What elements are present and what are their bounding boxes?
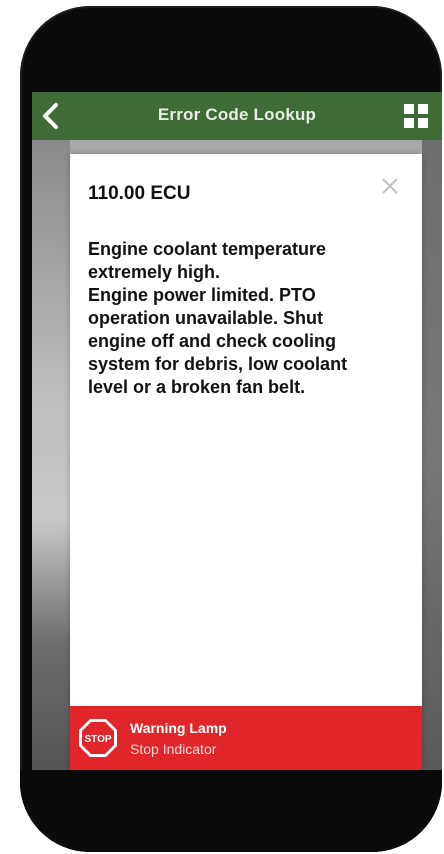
description-line: system for debris, low coolant xyxy=(88,354,348,374)
app-screen: Error Code Lookup 110.00 ECU Engine cool… xyxy=(32,92,442,770)
description-line: Engine coolant temperature xyxy=(88,239,327,259)
phone-frame: Error Code Lookup 110.00 ECU Engine cool… xyxy=(20,6,442,852)
error-code-title: 110.00 ECU xyxy=(88,183,191,204)
grid-icon xyxy=(404,104,428,128)
description-line: operation unavailable. Shut xyxy=(88,308,324,328)
back-button[interactable] xyxy=(38,100,64,132)
description-line: level or a broken fan belt. xyxy=(88,377,306,397)
stop-sign-text: STOP xyxy=(84,734,111,745)
warning-lamp-subtitle: Stop Indicator xyxy=(130,741,217,757)
stop-sign-icon: STOP xyxy=(79,719,117,757)
error-description: Engine coolant temperature extremely hig… xyxy=(88,238,406,399)
close-icon xyxy=(382,178,398,194)
navigation-bar: Error Code Lookup xyxy=(32,92,442,140)
description-line: engine off and check cooling xyxy=(88,331,337,351)
error-code-dialog: 110.00 ECU Engine coolant temperature ex… xyxy=(70,154,422,770)
background-left-strip xyxy=(32,140,70,770)
grid-menu-button[interactable] xyxy=(404,104,428,128)
description-line: Engine power limited. PTO xyxy=(88,285,316,305)
nav-title: Error Code Lookup xyxy=(157,105,317,124)
warning-lamp-title: Warning Lamp xyxy=(130,720,227,736)
chevron-left-icon xyxy=(43,103,58,129)
description-line: extremely high. xyxy=(88,262,221,282)
phone-bottom-bezel xyxy=(20,770,442,852)
warning-lamp-bar: STOP Warning Lamp Stop Indicator xyxy=(70,706,422,770)
background-right-strip xyxy=(422,140,442,770)
close-button[interactable] xyxy=(380,176,400,196)
